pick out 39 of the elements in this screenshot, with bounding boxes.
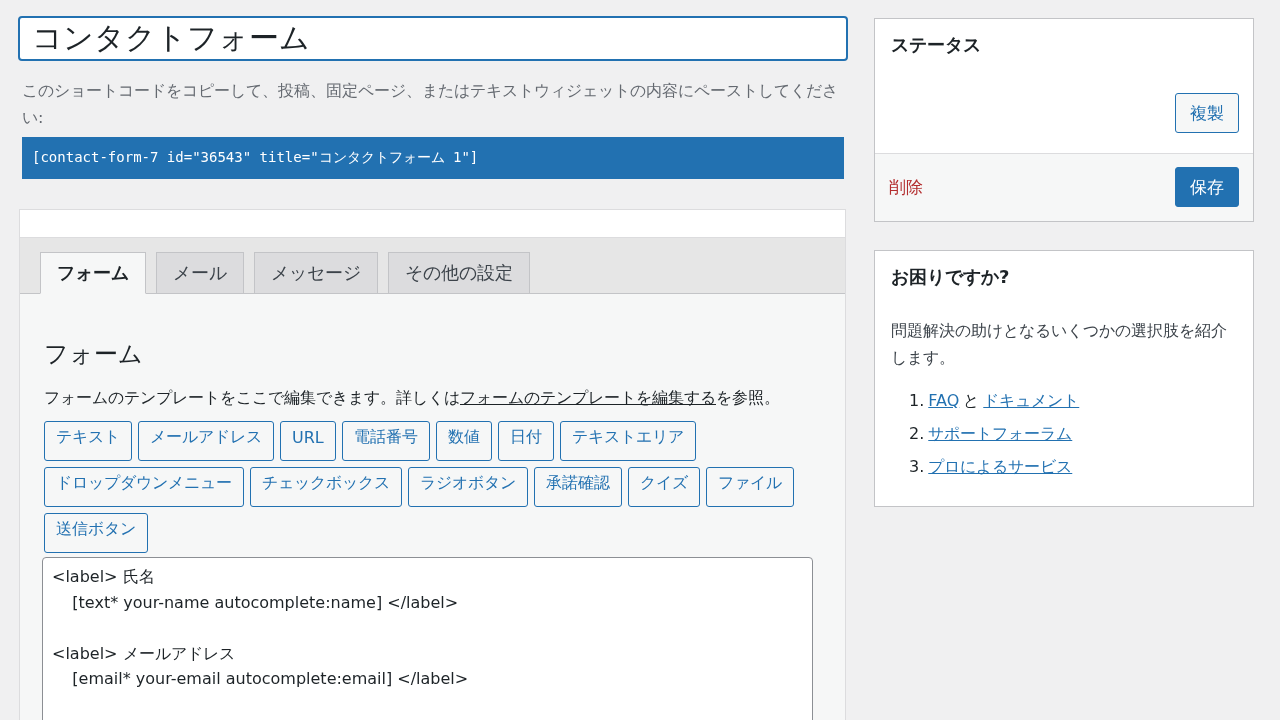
duplicate-button[interactable]: 複製 [1175,93,1239,133]
shortcode-field[interactable]: [contact-form-7 id="36543" title="コンタクトフォーム 1"] [22,137,844,179]
tag-generator-button[interactable]: テキスト [44,421,132,461]
tag-generator-button[interactable]: クイズ [628,467,700,507]
link[interactable]: ドキュメント [983,387,1080,414]
card-title: お困りですか? [890,265,1011,289]
tag-generator-button[interactable]: 送信ボタン [44,513,148,553]
save-button[interactable]: 保存 [1175,167,1239,207]
tag-generator-button[interactable]: 電話番号 [341,421,430,461]
tag-generator-button[interactable]: 日付 [497,421,554,461]
form-title-field[interactable]: コンタクトフォーム [18,16,848,61]
tag-generator-button[interactable]: ファイル [706,467,794,507]
template-editor-field[interactable]: <label> 氏名 [text* your-name autocomplete:name] </label> <label> メールアドレス [email* your-email autocomplete:email] </label> [42,557,813,720]
section-description: フォームのテンプレートをここで編集できます。詳しくはフォームのテンプレートを編集する を参照。 [44,387,781,409]
tag-generator-button[interactable]: ラジオボタン [408,467,528,507]
tag-generator-button[interactable]: テキストエリア [559,421,696,461]
tag-generator-button[interactable]: URL [280,421,336,461]
tag-generator-button[interactable]: 数値 [435,421,492,461]
tag-generator-button[interactable]: ドロップダウンメニュー [44,467,244,507]
delete-link[interactable]: 削除 [889,175,923,199]
tab[interactable]: メッセージ [254,252,378,294]
card-title: ステータス [890,33,982,57]
tab[interactable]: その他の設定 [388,252,530,294]
tab[interactable]: フォーム [40,252,146,294]
tag-generator-button[interactable]: チェックボックス [250,467,402,507]
section-heading: フォーム [44,339,144,370]
tag-generator-button[interactable]: 承諾確認 [534,467,622,507]
help-text: 問題解決の助けとなるいくつかの選択肢を紹介します。 [891,320,1228,369]
link[interactable]: プロによるサービス [928,453,1073,480]
list-number: 2. [909,423,925,445]
list-number: 3. [909,456,925,478]
tab[interactable]: メール [156,252,244,294]
link[interactable]: FAQ [928,387,960,414]
shortcode-hint: このショートコードをコピーして、投稿、固定ページ、またはテキストウィジェットの内容にペーストしてください: [22,80,839,129]
text: と [963,390,980,412]
tag-generator-button[interactable]: メールアドレス [138,421,274,461]
link[interactable]: サポートフォーラム [928,420,1073,447]
template-link[interactable]: フォームのテンプレートを編集する [460,388,716,407]
list-number: 1. [909,390,925,412]
